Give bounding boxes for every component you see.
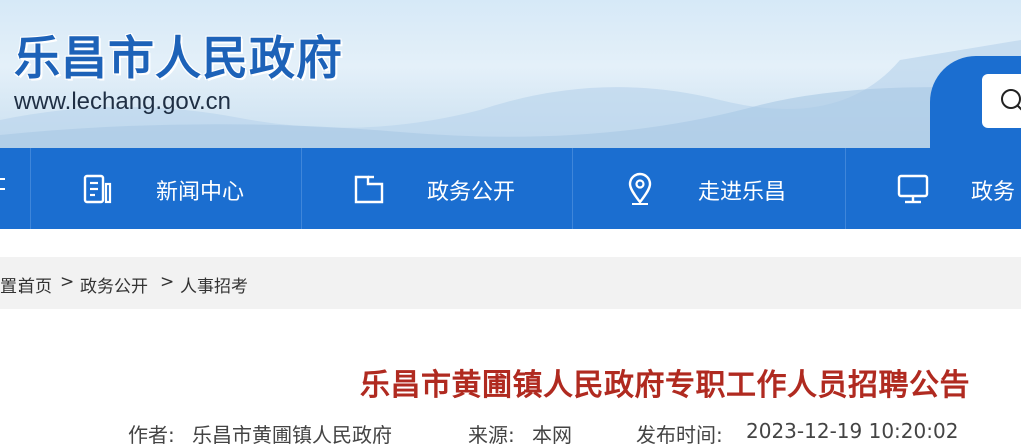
breadcrumb [0, 257, 1021, 309]
site-url: www.lechang.gov.cn [14, 88, 231, 116]
nav-label-about-lechang: 走进乐昌 [698, 174, 786, 206]
nav-item-about-lechang[interactable]: 走进乐昌 [572, 148, 843, 229]
location-pin-icon [623, 172, 657, 206]
breadcrumb-home[interactable]: 首页 [18, 272, 52, 297]
breadcrumb-separator: > [160, 272, 174, 292]
monitor-icon [896, 172, 930, 206]
nav-label-services: 政务 [971, 174, 1015, 206]
article-title: 乐昌市黄圃镇人民政府专职工作人员招聘公告 [0, 360, 1021, 404]
search-icon[interactable] [1000, 88, 1021, 114]
main-nav: 新闻中心 政务公开 走进乐昌 政务 [0, 148, 1021, 229]
breadcrumb-recruitment[interactable]: 人事招考 [180, 272, 248, 297]
nav-item-news[interactable]: 新闻中心 [30, 148, 301, 229]
nav-previous-edge-icon [0, 175, 6, 193]
publish-time-value: 2023-12-19 10:20:02 [746, 419, 958, 443]
folder-icon [352, 172, 386, 206]
breadcrumb-separator: > [60, 272, 74, 292]
site-title: 乐昌市人民政府 [14, 22, 343, 88]
nav-label-gov-affairs: 政务公开 [427, 174, 515, 206]
breadcrumb-gov-affairs[interactable]: 政务公开 [80, 272, 148, 297]
nav-item-services[interactable]: 政务 [845, 148, 1021, 229]
news-icon [81, 172, 115, 206]
nav-label-news: 新闻中心 [156, 174, 244, 206]
header-banner: 乐昌市人民政府 www.lechang.gov.cn [0, 0, 1021, 148]
nav-item-gov-affairs[interactable]: 政务公开 [301, 148, 572, 229]
